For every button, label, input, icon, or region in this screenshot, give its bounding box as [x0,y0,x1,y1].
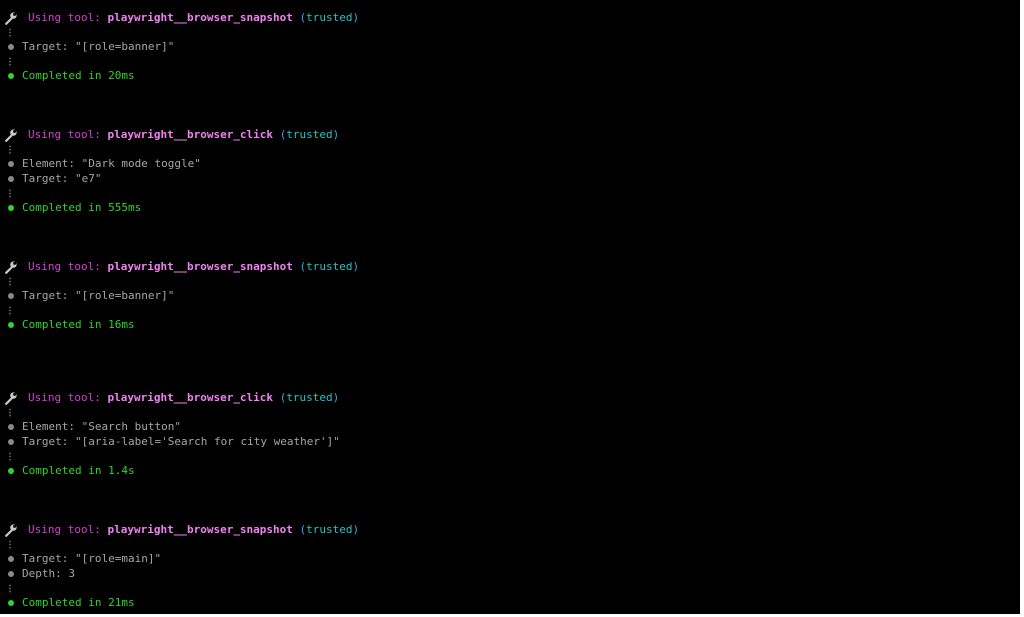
tool-name: playwright__browser_click [107,128,274,141]
green-dot-icon [8,600,14,606]
close-paren: ) [352,260,360,273]
green-dot-icon [8,468,14,474]
param-text: Element: "Dark mode toggle" [22,157,201,170]
wrench-icon [5,129,17,142]
green-dot-icon [8,73,14,79]
tree-connector [9,189,11,199]
completed-line: Completed in 555ms [0,201,141,215]
terminal-output: Using tool: playwright__browser_snapshot… [0,0,1020,614]
using-tool-label: Using tool: [28,523,101,536]
param-line: Element: "Dark mode toggle" [0,157,201,171]
trusted-label: trusted [306,11,353,24]
using-tool-label: Using tool: [28,11,101,24]
param-text: Target: "[role=banner]" [22,40,175,53]
tree-connector [9,584,11,594]
gray-dot-icon [8,556,14,562]
param-text: Target: "[role=main]" [22,552,162,565]
gray-dot-icon [8,424,14,430]
completed-line: Completed in 16ms [0,318,135,332]
completed-text: Completed in 555ms [22,201,142,214]
tool-call-header: Using tool: playwright__browser_snapshot… [4,260,359,274]
tree-connector [9,540,11,550]
tool-call-header: Using tool: playwright__browser_snapshot… [4,523,359,537]
green-dot-icon [8,205,14,211]
close-paren: ) [352,523,360,536]
gray-dot-icon [8,44,14,50]
trusted-label: trusted [286,391,333,404]
tool-name: playwright__browser_snapshot [107,523,293,536]
param-text: Target: "e7" [22,172,102,185]
completed-line: Completed in 21ms [0,596,135,610]
param-line: Depth: 3 [0,567,75,581]
tree-connector [9,306,11,316]
tree-connector [9,408,11,418]
param-line: Target: "[aria-label='Search for city we… [0,435,340,449]
tree-connector [9,28,11,38]
tool-call-text: Using tool: playwright__browser_snapshot… [28,11,359,25]
param-text: Target: "[aria-label='Search for city we… [22,435,340,448]
completed-line: Completed in 20ms [0,69,135,83]
param-line: Target: "[role=banner]" [0,289,174,303]
tool-call-text: Using tool: playwright__browser_click (t… [28,391,339,405]
tree-connector [9,145,11,155]
param-text: Depth: 3 [22,567,75,580]
using-tool-label: Using tool: [28,260,101,273]
tool-name: playwright__browser_snapshot [107,260,293,273]
gray-dot-icon [8,571,14,577]
param-line: Target: "[role=banner]" [0,40,174,54]
trusted-label: trusted [306,260,353,273]
param-text: Target: "[role=banner]" [22,289,175,302]
completed-text: Completed in 21ms [22,596,135,609]
trusted-label: trusted [306,523,353,536]
wrench-icon [5,392,17,405]
trusted-label: trusted [286,128,333,141]
gray-dot-icon [8,161,14,167]
wrench-icon [5,261,17,274]
param-line: Element: "Search button" [0,420,181,434]
param-text: Element: "Search button" [22,420,181,433]
tool-call-text: Using tool: playwright__browser_snapshot… [28,523,359,537]
using-tool-label: Using tool: [28,128,101,141]
completed-text: Completed in 16ms [22,318,135,331]
gray-dot-icon [8,176,14,182]
tree-connector [9,57,11,67]
using-tool-label: Using tool: [28,391,101,404]
param-line: Target: "e7" [0,172,101,186]
param-line: Target: "[role=main]" [0,552,161,566]
tool-call-text: Using tool: playwright__browser_click (t… [28,128,339,142]
tool-call-header: Using tool: playwright__browser_click (t… [4,391,339,405]
completed-text: Completed in 1.4s [22,464,135,477]
tool-name: playwright__browser_click [107,391,274,404]
tool-call-text: Using tool: playwright__browser_snapshot… [28,260,359,274]
close-paren: ) [332,391,340,404]
tree-connector [9,452,11,462]
close-paren: ) [352,11,360,24]
completed-line: Completed in 1.4s [0,464,135,478]
gray-dot-icon [8,293,14,299]
green-dot-icon [8,322,14,328]
close-paren: ) [332,128,340,141]
completed-text: Completed in 20ms [22,69,135,82]
wrench-icon [5,12,17,25]
tool-call-header: Using tool: playwright__browser_click (t… [4,128,339,142]
gray-dot-icon [8,439,14,445]
tree-connector [9,277,11,287]
tool-name: playwright__browser_snapshot [107,11,293,24]
wrench-icon [5,524,17,537]
tool-call-header: Using tool: playwright__browser_snapshot… [4,11,359,25]
